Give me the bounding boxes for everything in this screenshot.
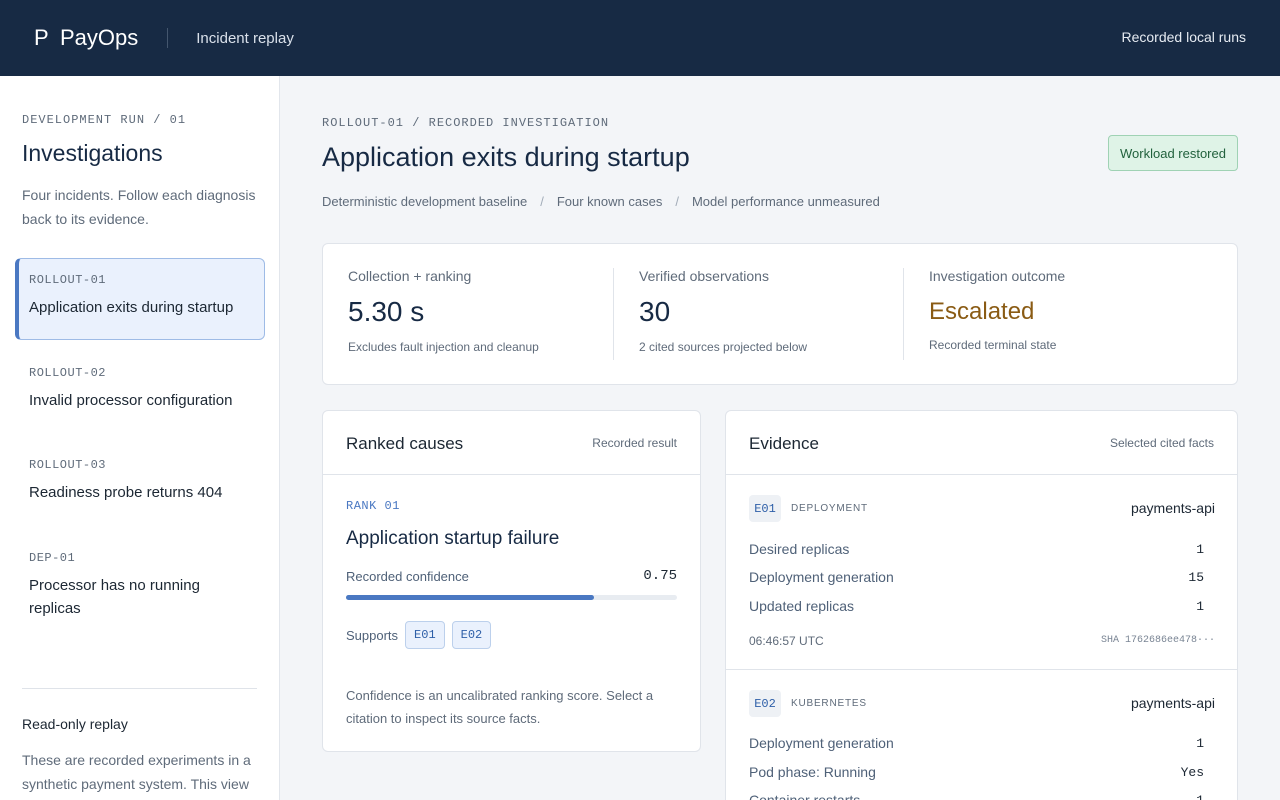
metric-value: 5.30 s [348,296,425,327]
metric-label: Investigation outcome [929,268,1066,284]
evidence-row: Deployment generation 1 [749,735,1214,755]
metric-divider [903,268,904,360]
incident-id: ROLLOUT-02 [29,366,107,380]
confidence-bar-fill [346,595,595,600]
sidebar-item-rollout-01[interactable]: ROLLOUT-01 Application exits during star… [15,258,265,340]
evidence-value: 1 [1196,736,1204,751]
metrics-panel: Collection + ranking 5.30 s Excludes fau… [322,243,1238,385]
evidence-value: 15 [1188,570,1204,585]
logo-icon: P [34,25,49,50]
incident-title: Processor has no running replicas [29,577,200,617]
sidebar-title: Investigations [22,140,163,166]
evidence-value: 1 [1196,542,1204,557]
section-name: Incident replay [196,29,294,47]
top-bar: P PayOps Incident replay Recorded local … [0,0,1280,76]
supports-label: Supports [346,627,399,643]
evidence-key: Pod phase: Running [749,764,876,780]
incident-title: Invalid processor configuration [29,392,233,409]
confidence-bar [346,595,677,600]
incident-title: Readiness probe returns 404 [29,484,223,501]
ranked-causes-card: Ranked causes Recorded result RANK 01 Ap… [322,410,701,752]
evidence-value: 1 [1196,599,1204,614]
metric-sub: Recorded terminal state [929,338,1057,352]
evidence-timestamp: 06:46:57 UTC [749,634,824,648]
metric-value: 30 [639,296,671,327]
incident-id: DEP-01 [29,551,76,565]
metric-divider [613,268,614,360]
card-meta: Selected cited facts [1109,436,1214,450]
confidence-value: 0.75 [643,568,677,584]
evidence-key: Deployment generation [749,735,894,751]
evidence-value: 1 [1196,793,1204,800]
evidence-item-e01[interactable]: E01 DEPLOYMENT payments-api Desired repl… [726,495,1237,665]
sidebar-divider [22,688,257,689]
metric-sub: Excludes fault injection and cleanup [348,340,539,354]
status-badge: Workload restored [1108,135,1238,171]
supports-row: Supports E01 E02 [346,621,492,649]
sidebar-item-rollout-03[interactable]: ROLLOUT-03 Readiness probe returns 404 [15,444,265,524]
evidence-key: Deployment generation [749,569,894,585]
breadcrumb-item: Model performance unmeasured [691,194,880,209]
metric-sub: 2 cited sources projected below [639,340,808,354]
card-title: Evidence [749,434,819,453]
metric-label: Collection + ranking [348,268,472,284]
card-meta: Recorded result [592,436,677,450]
evidence-key: Updated replicas [749,598,855,614]
breadcrumb: Deterministic development baseline / Fou… [322,194,880,209]
metric-label: Verified observations [639,268,769,284]
app-name: PayOps [60,25,139,50]
evidence-tag: E01 [749,495,781,522]
breadcrumb-separator: / [540,194,544,209]
evidence-item-e02[interactable]: E02 KUBERNETES payments-api Deployment g… [726,690,1237,800]
incident-title: Application exits during startup [29,299,234,316]
sidebar-item-rollout-02[interactable]: ROLLOUT-02 Invalid processor configurati… [15,352,265,432]
evidence-row: Desired replicas 1 [749,541,1214,561]
evidence-row: Container restarts 1 [749,792,1214,800]
breadcrumb-item: Deterministic development baseline [322,194,528,209]
sidebar: DEVELOPMENT RUN / 01 Investigations Four… [0,76,280,800]
brand-divider [167,28,169,48]
evidence-key: Desired replicas [749,541,850,557]
page-eyebrow: ROLLOUT-01 / RECORDED INVESTIGATION [322,116,610,130]
evidence-divider [726,669,1237,670]
evidence-key: Container restarts [749,792,861,800]
card-header: Evidence Selected cited facts [726,411,1237,475]
sidebar-eyebrow: DEVELOPMENT RUN / 01 [22,113,187,127]
page-title: Application exits during startup [322,142,690,172]
breadcrumb-separator: / [675,194,679,209]
evidence-card: Evidence Selected cited facts E01 DEPLOY… [725,410,1238,800]
confidence-note: Confidence is an uncalibrated ranking sc… [346,688,654,726]
evidence-row: Pod phase: Running Yes [749,764,1214,784]
evidence-row: Updated replicas 1 [749,598,1214,618]
citation-chip-e01[interactable]: E01 [405,621,445,649]
breadcrumb-item: Four known cases [556,194,663,209]
evidence-source: DEPLOYMENT [791,503,868,514]
metric-outcome: Investigation outcome Escalated Recorded… [929,268,1209,360]
incident-id: ROLLOUT-01 [29,273,107,287]
citation-chip-e02[interactable]: E02 [451,621,492,649]
sidebar-item-dep-01[interactable]: DEP-01 Processor has no running replicas [15,537,265,635]
confidence-label: Recorded confidence [346,569,469,584]
card-title: Ranked causes [346,434,464,453]
card-header: Ranked causes Recorded result [323,411,700,475]
incident-id: ROLLOUT-03 [29,458,107,472]
evidence-row: Deployment generation 15 [749,569,1214,589]
evidence-value: Yes [1180,765,1204,780]
evidence-sha: SHA 1762686ee478··· [1100,635,1215,646]
metric-value: Escalated [929,298,1035,325]
readonly-title: Read-only replay [22,716,128,732]
recorded-runs-link[interactable]: Recorded local runs [1121,29,1246,45]
sidebar-description: Four incidents. Follow each diagnosis ba… [22,187,256,227]
cause-title: Application startup failure [346,528,560,549]
evidence-tag: E02 [749,690,781,717]
brand[interactable]: P PayOps Incident replay [34,25,294,51]
metric-collection: Collection + ranking 5.30 s Excludes fau… [348,268,608,360]
readonly-description: These are recorded experiments in a synt… [22,752,251,792]
evidence-target: payments-api [1130,500,1215,516]
metric-observations: Verified observations 30 2 cited sources… [639,268,899,360]
evidence-source: KUBERNETES [791,698,867,709]
evidence-target: payments-api [1130,695,1215,711]
rank-label: RANK 01 [346,499,400,513]
